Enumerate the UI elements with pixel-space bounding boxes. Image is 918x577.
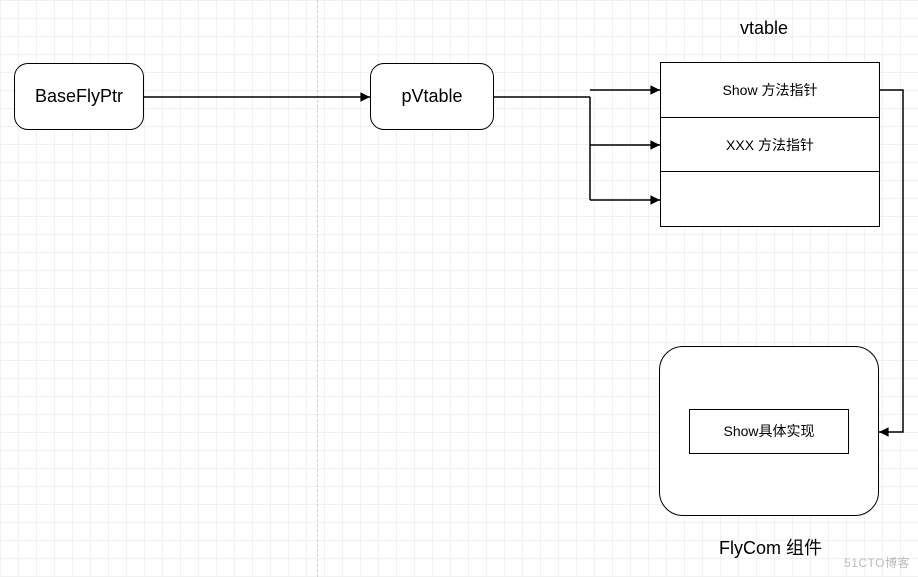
vtable-title: vtable [740, 18, 788, 39]
pvtable-label: pVtable [401, 86, 462, 107]
baseflyptr-box: BaseFlyPtr [14, 63, 144, 130]
vtable-row-show: Show 方法指针 [661, 63, 879, 118]
flycom-title: FlyCom 组件 [719, 534, 822, 560]
vtable-box: Show 方法指针 XXX 方法指针 [660, 62, 880, 227]
vertical-dash-guide [317, 0, 318, 577]
vtable-row-xxx: XXX 方法指针 [661, 118, 879, 173]
baseflyptr-label: BaseFlyPtr [35, 86, 123, 107]
flycom-box: Show具体实现 [659, 346, 879, 516]
show-impl-label: Show具体实现 [723, 421, 814, 441]
show-impl-box: Show具体实现 [689, 409, 849, 454]
vtable-row-empty [661, 172, 879, 226]
pvtable-box: pVtable [370, 63, 494, 130]
watermark: 51CTO博客 [844, 554, 910, 571]
arrow-show-to-flycom [879, 90, 903, 432]
diagram-canvas: BaseFlyPtr pVtable vtable Show 方法指针 XXX … [0, 0, 918, 577]
